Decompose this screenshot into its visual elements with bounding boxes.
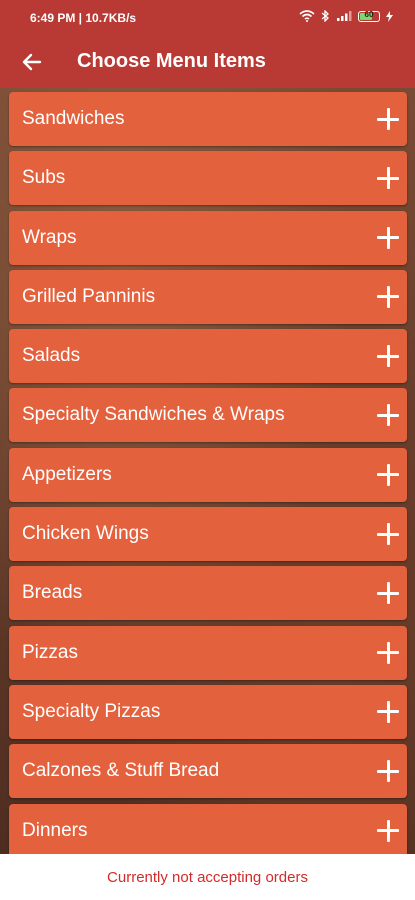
menu-item-label: Appetizers (22, 463, 112, 485)
status-icons: 60 (299, 10, 393, 22)
plus-icon[interactable] (377, 285, 399, 308)
menu-item-wraps[interactable]: Wraps (9, 210, 407, 265)
plus-icon[interactable] (377, 582, 399, 605)
menu-item-label: Sandwiches (22, 108, 125, 129)
wifi-icon (299, 10, 315, 22)
menu-item-label: Chicken Wings (22, 523, 149, 545)
menu-item-sandwiches[interactable]: Sandwiches (9, 92, 407, 146)
menu-item-specialty-sandwiches-wraps[interactable]: Specialty Sandwiches & Wraps (9, 388, 407, 443)
status-bar: 6:49 PM | 10.7KB/s 60 (0, 0, 415, 36)
battery-level: 60 (364, 9, 374, 19)
bluetooth-icon (321, 10, 329, 22)
plus-icon[interactable] (377, 108, 399, 130)
menu-item-specialty-pizzas[interactable]: Specialty Pizzas (9, 684, 407, 739)
menu-item-calzones-stuff-bread[interactable]: Calzones & Stuff Bread (9, 744, 407, 799)
menu-item-salads[interactable]: Salads (9, 329, 407, 384)
plus-icon[interactable] (377, 700, 399, 723)
plus-icon[interactable] (377, 641, 399, 664)
menu-item-dinners[interactable]: Dinners (9, 803, 407, 858)
menu-category-list: Sandwiches Subs Wraps Grilled Panninis S… (9, 92, 407, 863)
back-arrow-icon[interactable] (20, 50, 44, 74)
menu-item-subs[interactable]: Subs (9, 151, 407, 206)
menu-item-label: Grilled Panninis (22, 285, 156, 307)
plus-icon[interactable] (377, 760, 399, 783)
app-bar: Choose Menu Items (0, 36, 415, 88)
plus-icon[interactable] (377, 226, 399, 249)
order-status-message: Currently not accepting orders (107, 869, 308, 886)
menu-item-grilled-panninis[interactable]: Grilled Panninis (9, 269, 407, 324)
menu-item-pizzas[interactable]: Pizzas (9, 625, 407, 680)
order-status-footer: Currently not accepting orders (0, 854, 415, 900)
menu-item-label: Wraps (22, 226, 77, 248)
signal-icon (337, 11, 352, 21)
plus-icon[interactable] (377, 523, 399, 546)
menu-item-appetizers[interactable]: Appetizers (9, 447, 407, 502)
menu-item-chicken-wings[interactable]: Chicken Wings (9, 507, 407, 562)
page-title: Choose Menu Items (77, 50, 266, 72)
plus-icon[interactable] (377, 404, 399, 427)
menu-item-breads[interactable]: Breads (9, 566, 407, 621)
menu-item-label: Specialty Sandwiches & Wraps (22, 404, 285, 426)
plus-icon[interactable] (377, 167, 399, 190)
charging-icon (386, 10, 393, 22)
menu-item-label: Specialty Pizzas (22, 700, 161, 722)
menu-item-label: Subs (22, 167, 66, 189)
menu-item-label: Salads (22, 345, 81, 367)
menu-item-label: Dinners (22, 819, 88, 841)
plus-icon[interactable] (377, 345, 399, 368)
plus-icon[interactable] (377, 819, 399, 842)
status-time: 6:49 PM | 10.7KB/s (30, 11, 137, 25)
plus-icon[interactable] (377, 463, 399, 486)
menu-item-label: Breads (22, 582, 83, 604)
battery-icon: 60 (358, 9, 380, 22)
menu-item-label: Pizzas (22, 641, 78, 663)
menu-item-label: Calzones & Stuff Bread (22, 760, 220, 782)
